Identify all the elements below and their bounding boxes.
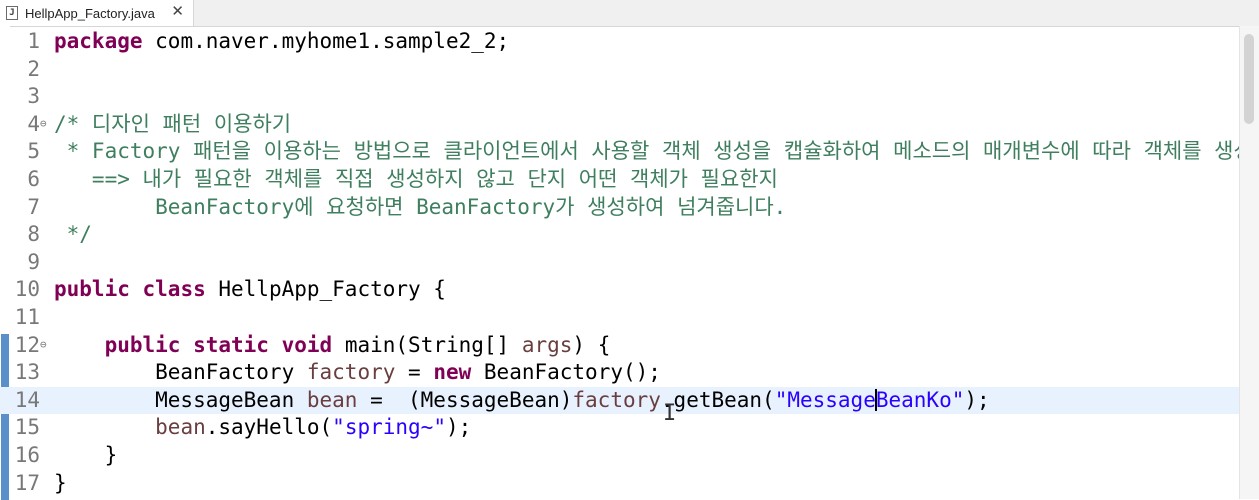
code-token: .getBean( [660,387,775,412]
variable-token: args [521,332,573,357]
code-line[interactable]: 10 public class HellpApp_Factory { [0,276,1240,304]
code-token: } [54,470,67,495]
close-icon[interactable]: ✕ [171,4,184,20]
scrollbar-thumb[interactable] [1244,34,1254,124]
code-line[interactable]: 11 [0,304,1240,332]
code-line[interactable]: 1 package com.naver.myhome1.sample2_2; [0,28,1240,56]
code-token: main(String[] [332,332,522,357]
string-token: "spring~" [332,415,446,440]
keyword-token: class [142,277,206,302]
comment-token: * Factory 패턴을 이용하는 방법으로 클라이언트에서 사용할 객체 생… [54,139,1253,164]
code-token: = (MessageBean) [357,387,573,412]
code-token: MessageBean [54,387,307,412]
code-line[interactable]: 7 BeanFactory에 요청하면 BeanFactory가 생성하여 넘겨… [0,194,1240,222]
code-text: bean.sayHello("spring~"); [54,414,471,442]
code-text: */ [54,221,92,249]
code-text: MessageBean bean = (MessageBean)factory.… [54,387,990,415]
comment-token: ==> 내가 필요한 객체를 직접 생성하지 않고 단지 어떤 객체가 필요한지 [54,167,778,191]
comment-token: /* 디자인 패턴 이용하기 [54,111,292,136]
code-text: /* 디자인 패턴 이용하기 [54,111,291,139]
code-line[interactable]: 2 [0,56,1240,84]
line-number: 3 [27,84,40,109]
line-number: 13 [14,360,40,385]
code-token: com.naver.myhome1.sample2_2; [142,29,510,53]
fold-toggle-icon[interactable]: ⊖ [40,117,47,130]
text-cursor-icon: I [663,401,677,426]
java-file-icon: J [6,6,18,20]
line-number: 4 [27,111,40,136]
string-token: "Message [774,387,876,412]
comment-token: */ [54,222,92,247]
tab-title: HellpApp_Factory.java [25,5,155,21]
variable-token: bean [306,387,358,412]
code-text: * Factory 패턴을 이용하는 방법으로 클라이언트에서 사용할 객체 생… [54,138,1253,166]
code-token: BeanFactory [54,360,307,385]
code-line[interactable]: 12 ⊖ public static void main(String[] arg… [0,332,1240,360]
code-token: .sayHello( [205,415,333,440]
comment-token: BeanFactory에 요청하면 BeanFactory가 생성하여 넘겨줍니… [54,194,787,219]
variable-token: factory [572,387,661,412]
code-token: = [395,360,434,385]
code-text: } [54,442,118,470]
tab-hellpapp-factory[interactable]: J HellpApp_Factory.java ✕ [0,0,194,26]
code-token: ) { [572,332,611,357]
code-text: package com.naver.myhome1.sample2_2; [54,28,509,56]
variable-token: bean [155,415,206,440]
code-text: public class HellpApp_Factory { [54,276,446,304]
line-number: 12 [14,332,40,357]
keyword-token: void [281,332,333,357]
code-token: BeanFactory(); [471,360,661,385]
vertical-scrollbar[interactable] [1239,26,1259,499]
code-editor[interactable]: 1 package com.naver.myhome1.sample2_2; 2 3 4… [0,27,1253,499]
keyword-token: static [193,332,269,357]
line-number: 9 [27,249,40,274]
code-line[interactable]: 3 [0,83,1240,111]
line-number: 11 [14,305,40,329]
keyword-token: public [104,332,181,357]
code-line[interactable]: 17} [0,470,1240,498]
string-token: BeanKo" [875,387,965,412]
code-line[interactable]: 8 */ [0,221,1240,249]
line-number: 10 [14,277,40,302]
code-token: HellpApp_Factory { [205,277,446,302]
line-number: 15 [14,415,40,440]
code-text: public static void main(String[] args) { [54,332,611,360]
code-line[interactable]: 15 bean.sayHello("spring~"); [0,414,1240,442]
code-line[interactable]: 16 } [0,442,1240,470]
keyword-token: new [433,360,472,385]
line-number: 17 [14,470,40,495]
code-text: BeanFactory factory = new BeanFactory(); [54,359,661,387]
code-line[interactable]: 5 * Factory 패턴을 이용하는 방법으로 클라이언트에서 사용할 객체… [0,138,1252,166]
code-line[interactable]: 6 ==> 내가 필요한 객체를 직접 생성하지 않고 단지 어떤 객체가 필요… [0,166,1240,194]
code-token: ); [964,387,990,412]
line-number: 8 [27,222,40,247]
code-token: ); [445,415,472,440]
code-line[interactable]: 9 [0,249,1240,277]
editor-tab-bar: J HellpApp_Factory.java ✕ [0,0,1259,27]
line-number: 14 [14,387,40,412]
line-number: 1 [27,29,40,53]
code-line[interactable]: 14 MessageBean bean = (MessageBean)facto… [0,386,1240,415]
code-text: ==> 내가 필요한 객체를 직접 생성하지 않고 단지 어떤 객체가 필요한지 [54,166,778,194]
code-line[interactable]: 13 BeanFactory factory = new BeanFactory… [0,359,1240,387]
line-number: 16 [14,443,40,467]
code-text: } [54,470,67,498]
keyword-token: public [54,277,130,302]
line-number: 7 [27,194,40,219]
variable-token: factory [306,360,396,385]
code-token: } [54,443,118,467]
code-text: BeanFactory에 요청하면 BeanFactory가 생성하여 넘겨줍니… [54,194,786,222]
fold-toggle-icon[interactable]: ⊖ [40,338,47,351]
code-line[interactable]: 4 ⊖ /* 디자인 패턴 이용하기 [0,111,1240,139]
keyword-token: package [54,29,143,53]
line-number: 2 [27,56,40,81]
line-number: 6 [27,167,40,191]
line-number: 5 [27,139,40,164]
